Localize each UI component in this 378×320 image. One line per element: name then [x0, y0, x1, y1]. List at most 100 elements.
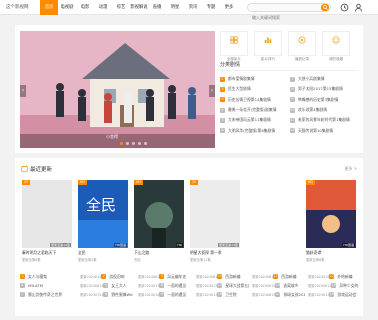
list-item[interactable]: 更新2024013 2 战役回响	[78, 272, 133, 281]
poster-badge: 20	[190, 180, 199, 185]
banner-dots	[120, 142, 147, 145]
list-item[interactable]: 12 天猫传说第10集剧情	[290, 125, 356, 135]
poster-status: HD国语	[114, 243, 127, 247]
nav-item-variety[interactable]: 综艺	[112, 0, 130, 15]
update-list: 更新2024061 11 西游新编 更新20240613 14 逃离故乡 更新20240…	[250, 272, 305, 299]
list-item[interactable]: 更新2024013 6 一面的遇见	[136, 281, 191, 290]
nav-item-stars[interactable]: 明星	[166, 0, 184, 15]
nav-item-movie[interactable]: 电影	[76, 0, 94, 15]
poster-image	[190, 180, 240, 248]
list-item[interactable]: 3 历史苦情卫视第14集剧情	[220, 95, 286, 105]
nav-item-commentary[interactable]: 影视解说	[130, 0, 148, 15]
update-list: 更新2024013 2 战役回响 更新20240613 5 女王大人 更新2023072…	[78, 272, 133, 299]
list-item[interactable]: 更新202401313星球大战第五部	[194, 281, 249, 290]
poster-status: 更新至第12集	[50, 243, 71, 247]
category-list-left: 1 都市爱情剧集情 2 民生大型剧情 3 历史苦情卫视第14集剧情 4 最美一朵花开(完…	[220, 74, 286, 136]
nav-item-live[interactable]: 直播	[148, 0, 166, 15]
favorite-icon	[332, 36, 340, 44]
banner-dot[interactable]	[144, 142, 147, 145]
poster-title[interactable]: 下山之路	[134, 250, 184, 256]
banner-dot[interactable]	[120, 142, 123, 145]
poster-title[interactable]: 全民	[78, 250, 128, 256]
quick-link-rank[interactable]: 影片排行	[254, 31, 282, 61]
poster-subtitle: 更新至第2集	[78, 258, 97, 262]
quick-link-label: 我的收藏	[329, 57, 343, 61]
poster-title[interactable]: 秦时明月之君临天下	[22, 250, 72, 256]
poster-card[interactable]: 全民 HD HD国语	[78, 180, 128, 248]
banner-dot[interactable]	[138, 142, 141, 145]
banner-next-arrow[interactable]: ›	[209, 85, 215, 97]
list-item[interactable]: 4 tMLATM	[20, 281, 75, 290]
site-logo[interactable]: 这个影视网	[6, 4, 29, 10]
latest-header: 最近更新 更多 >	[20, 163, 357, 175]
banner-dot[interactable]	[132, 142, 135, 145]
poster-badge: HD	[134, 180, 143, 185]
nav-item-home[interactable]: 首页	[40, 0, 58, 15]
list-item[interactable]: 更新2024061315异种少女的生活	[306, 281, 358, 290]
list-item[interactable]: 更新2024013 18 游戏运动会	[306, 290, 358, 299]
search-button[interactable]	[321, 4, 329, 11]
update-list: 更新2024061 3 风云编年史 更新2024013 6 一面的遇见 更新202401…	[136, 272, 191, 299]
poster-badge: HD	[306, 180, 315, 185]
banner-prev-arrow[interactable]: ‹	[20, 85, 26, 97]
divider	[220, 70, 357, 71]
list-item[interactable]: 更新2024013 12 外地新编	[306, 272, 358, 281]
list-item[interactable]: 更新2024010 9 一面的遇见	[136, 290, 191, 299]
list-item[interactable]: 更新20240613 5 女王大人	[78, 281, 133, 290]
nav-item-anime[interactable]: 动漫	[94, 0, 112, 15]
poster-card[interactable]: HD HD国语	[306, 180, 356, 248]
list-item[interactable]: 11 老家的风景年轮时代第1集剧情	[290, 115, 356, 125]
poster-status: 更新至第13集	[218, 243, 239, 247]
poster-card[interactable]: 20 更新至第13集	[190, 180, 240, 248]
poster-card[interactable]: 25 更新至第12集	[22, 180, 72, 248]
rank-icon	[264, 37, 272, 44]
poster-title[interactable]: 猫妖奇谭	[306, 250, 356, 256]
list-item[interactable]: 更新2024061317排球女孩2018	[250, 290, 305, 299]
quick-link-all[interactable]: 全部影片	[220, 31, 248, 61]
quick-link-history[interactable]: 播放记录	[288, 31, 316, 61]
nav-item-news[interactable]: 资讯	[184, 0, 202, 15]
user-icon[interactable]	[354, 3, 363, 12]
list-item[interactable]: 4 最美一朵花开(完整版)剧集情	[220, 105, 286, 115]
list-item[interactable]: 5 大宋帝国风云第11集剧情	[220, 115, 286, 125]
banner-slider[interactable]: 小舍得 ‹ ›	[20, 31, 215, 148]
category-list-right: 7 大侠小兵剧集情 8 男子太阳2017第15集剧情 9 鸭嘴兽的历史第3集剧情 10…	[290, 74, 356, 136]
list-item[interactable]: 1 都市爱情剧集情	[220, 74, 286, 84]
list-item[interactable]: 更新2024061 11 西游新编	[250, 272, 305, 281]
poster-title[interactable]: 明星大侦探 第一季	[190, 250, 240, 256]
category-title: 分类剧情	[220, 62, 241, 68]
list-item[interactable]: 更新2024013 16 卫生院	[194, 290, 249, 299]
search-input[interactable]	[248, 14, 318, 21]
list-item[interactable]: 更新2024061 10 西游新编	[194, 272, 249, 281]
poster-image	[306, 180, 356, 248]
nav-item-topics[interactable]: 专题	[202, 0, 220, 15]
poster-card[interactable]: HD HD	[134, 180, 184, 248]
list-item[interactable]: 更新20240613 14 逃离故乡	[250, 281, 305, 290]
poster-badge: HD	[78, 180, 87, 185]
list-item[interactable]: 2 民生大型剧情	[220, 84, 286, 94]
main-menu: 首页 电视剧 电影 动漫 综艺 影视解说 直播 明星 资讯 专题 更多	[40, 0, 238, 15]
list-item[interactable]: 更新2024061 3 风云编年史	[136, 272, 191, 281]
nav-item-more[interactable]: 更多	[220, 0, 238, 15]
poster-badge: 25	[22, 180, 31, 185]
quick-link-favorites[interactable]: 我的收藏	[322, 31, 350, 61]
list-item[interactable]: 6 大明风华(完整版)第8集剧情	[220, 125, 286, 135]
clock-icon	[21, 165, 28, 172]
poster-subtitle: 更新至第8集	[22, 258, 41, 262]
nav-item-tv[interactable]: 电视剧	[58, 0, 76, 15]
list-item[interactable]: 7 大侠小兵剧集情	[290, 74, 356, 84]
list-item[interactable]: 1 女人与魔鬼	[20, 272, 75, 281]
poster-subtitle: 完结	[134, 258, 141, 262]
update-list: 更新202401312外地新编 更新2024061315异种少女的生活 更新20…	[306, 272, 358, 299]
list-item[interactable]: 7 蜀山剑侠传奇之世界	[20, 290, 75, 299]
banner-dot[interactable]	[126, 142, 129, 145]
poster-image	[22, 180, 72, 248]
list-item[interactable]: 9 鸭嘴兽的历史第3集剧情	[290, 95, 356, 105]
list-item[interactable]: 10 欢乐颂第4集剧情	[290, 105, 356, 115]
more-link[interactable]: 更多 >	[344, 166, 357, 172]
poster-image	[134, 180, 184, 248]
history-icon[interactable]	[340, 3, 349, 12]
svg-text:全民: 全民	[86, 196, 116, 214]
list-item[interactable]: 更新202307248野性蜜蜂Wild Me...	[78, 290, 133, 299]
list-item[interactable]: 8 男子太阳2017第15集剧情	[290, 84, 356, 94]
